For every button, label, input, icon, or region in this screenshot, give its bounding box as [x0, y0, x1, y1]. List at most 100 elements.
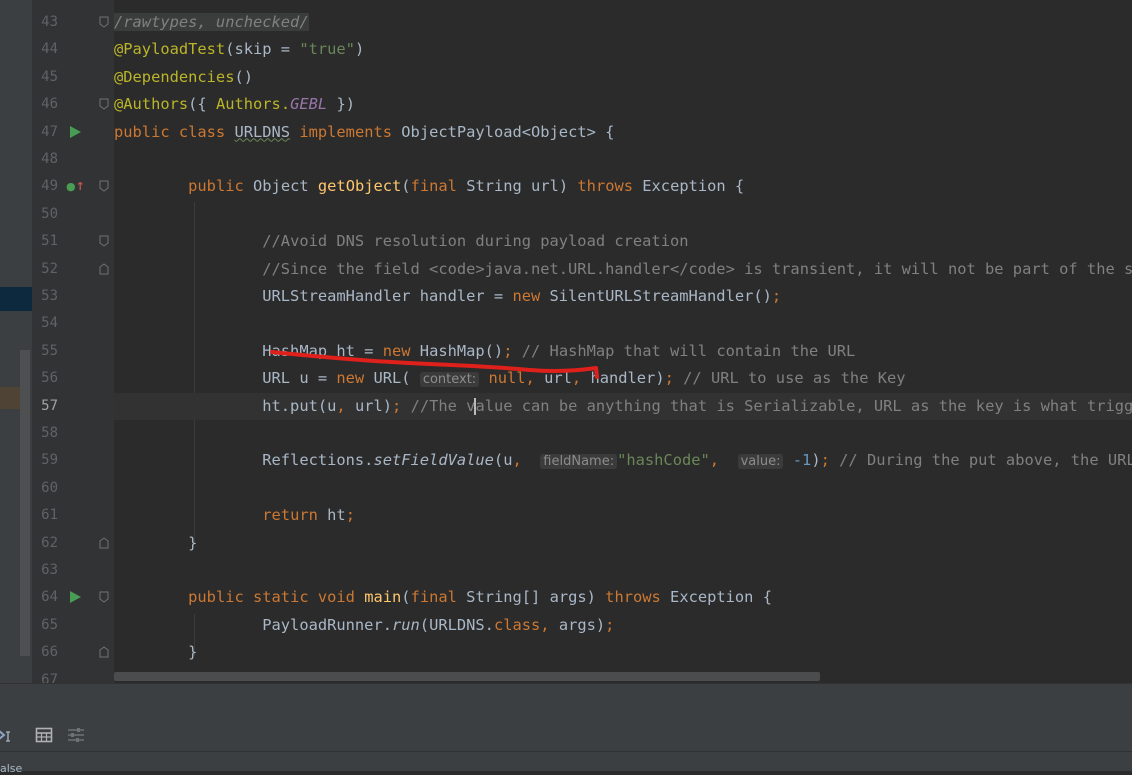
code-line[interactable]: @PayloadTest(skip = "true")	[114, 36, 1132, 63]
code-line[interactable]: URLStreamHandler handler = new SilentURL…	[114, 283, 1132, 310]
code-line[interactable]	[114, 475, 1132, 502]
fold-marker-icon[interactable]	[99, 262, 109, 275]
code-token: )	[811, 451, 821, 470]
fold-marker-icon[interactable]	[99, 235, 109, 247]
line-number: 61	[41, 507, 58, 524]
code-line[interactable]: HashMap ht = new HashMap(); // HashMap t…	[114, 338, 1132, 365]
line-number: 44	[41, 41, 58, 58]
code-token: (URLDNS.	[419, 615, 494, 634]
bottom-tool-panel: alse	[0, 683, 1132, 775]
horizontal-scrollbar[interactable]	[114, 672, 820, 681]
line-number: 56	[41, 370, 58, 387]
code-token: url)	[354, 396, 393, 415]
line-number: 49	[41, 178, 58, 195]
code-token: public	[188, 177, 254, 196]
code-token: ({	[188, 95, 216, 114]
table-view-icon[interactable]	[35, 726, 53, 744]
code-token: getObject	[317, 177, 402, 196]
gutter-row: 49 ●↑	[32, 173, 114, 200]
code-line[interactable]: return ht;	[114, 502, 1132, 529]
code-line[interactable]	[114, 146, 1132, 173]
code-token: run	[391, 615, 420, 634]
code-token: PayloadRunner.	[114, 615, 392, 634]
code-token: URL u =	[114, 369, 337, 388]
line-number: 62	[41, 534, 58, 551]
line-number: 53	[41, 288, 58, 304]
code-line[interactable]: /rawtypes, unchecked/	[114, 9, 1132, 36]
code-token: ObjectPayload<Object> {	[401, 122, 615, 141]
code-token: @Dependencies	[114, 67, 235, 86]
code-token: throws	[577, 177, 643, 196]
code-token: Object	[253, 177, 318, 196]
evaluate-icon[interactable]	[0, 726, 14, 744]
code-token: return	[262, 506, 328, 525]
code-token: ;	[503, 341, 522, 360]
code-line[interactable]: public Object getObject(final String url…	[114, 173, 1132, 200]
code-line[interactable]: PayloadRunner.run(URLDNS.class, args);	[114, 612, 1132, 639]
code-line[interactable]: ht.put(u, url); //The value can be anyth…	[114, 392, 1132, 420]
code-line[interactable]: //Since the field <code>java.net.URL.han…	[114, 256, 1132, 283]
code-line[interactable]: public class URLDNS implements ObjectPay…	[114, 119, 1132, 146]
code-line[interactable]: //Avoid DNS resolution during payload cr…	[114, 228, 1132, 255]
code-token: (	[401, 177, 411, 196]
code-line[interactable]	[114, 420, 1132, 447]
line-number: 59	[41, 452, 58, 469]
code-token: Exception {	[642, 177, 745, 196]
code-token: final	[410, 588, 467, 607]
fold-marker-icon[interactable]	[99, 98, 109, 110]
project-panel-strip	[0, 0, 32, 683]
code-line[interactable]	[114, 557, 1132, 584]
code-line[interactable]	[114, 310, 1132, 337]
code-token: ,	[336, 396, 355, 415]
code-token: @PayloadTest	[114, 40, 226, 59]
code-line[interactable]	[114, 201, 1132, 228]
gutter-row: 64	[32, 584, 114, 611]
code-line[interactable]: public static void main(final String[] a…	[114, 584, 1132, 611]
fold-marker-icon[interactable]	[99, 591, 109, 604]
code-token: //The v	[410, 396, 476, 415]
code-token: // HashMap that will contain the URL	[521, 341, 856, 360]
line-number: 52	[41, 260, 58, 277]
line-number: 48	[41, 151, 58, 167]
line-number: 46	[41, 96, 58, 113]
fold-marker-icon[interactable]	[99, 16, 109, 28]
gutter-row: 65	[32, 612, 114, 639]
code-line[interactable]: @Dependencies()	[114, 64, 1132, 91]
code-line[interactable]: Reflections.setFieldValue(u, fieldName: "…	[114, 447, 1132, 474]
code-token: Exception {	[670, 588, 772, 607]
code-token: (u	[493, 451, 513, 470]
project-panel-scrollbar[interactable]	[20, 350, 30, 656]
parameter-hint: value:	[737, 454, 784, 470]
code-token: }	[114, 643, 198, 662]
line-number: 57	[41, 397, 58, 414]
code-token: ht.put(u	[114, 396, 337, 415]
code-line[interactable]: }	[114, 530, 1132, 557]
code-token: ()	[234, 67, 254, 86]
settings-list-icon[interactable]	[67, 726, 85, 744]
code-token: ,	[571, 369, 591, 388]
line-number: 60	[41, 479, 58, 496]
code-token: ,	[525, 369, 545, 388]
run-icon[interactable]	[70, 125, 81, 138]
code-line[interactable]: URL u = new URL( context: null, url, han…	[114, 365, 1132, 392]
code-token: String url)	[466, 177, 578, 196]
fold-marker-icon[interactable]	[99, 180, 109, 193]
selected-tree-item[interactable]	[0, 287, 32, 311]
code-editor[interactable]: /rawtypes, unchecked/ @PayloadTest(skip =…	[114, 0, 1132, 683]
implements-method-icon[interactable]: ●↑	[66, 180, 85, 193]
gutter-row: 51	[32, 228, 114, 255]
code-token: public static void	[188, 588, 365, 607]
code-token: ht	[327, 506, 346, 525]
fold-marker-icon[interactable]	[99, 646, 109, 658]
code-line[interactable]: }	[114, 639, 1132, 666]
fold-marker-icon[interactable]	[99, 536, 109, 549]
code-token: new	[382, 341, 420, 360]
run-icon[interactable]	[70, 591, 81, 604]
code-line[interactable]: @Authors({ Authors.GEBL })	[114, 91, 1132, 118]
code-token: HashMap ht =	[114, 341, 383, 360]
